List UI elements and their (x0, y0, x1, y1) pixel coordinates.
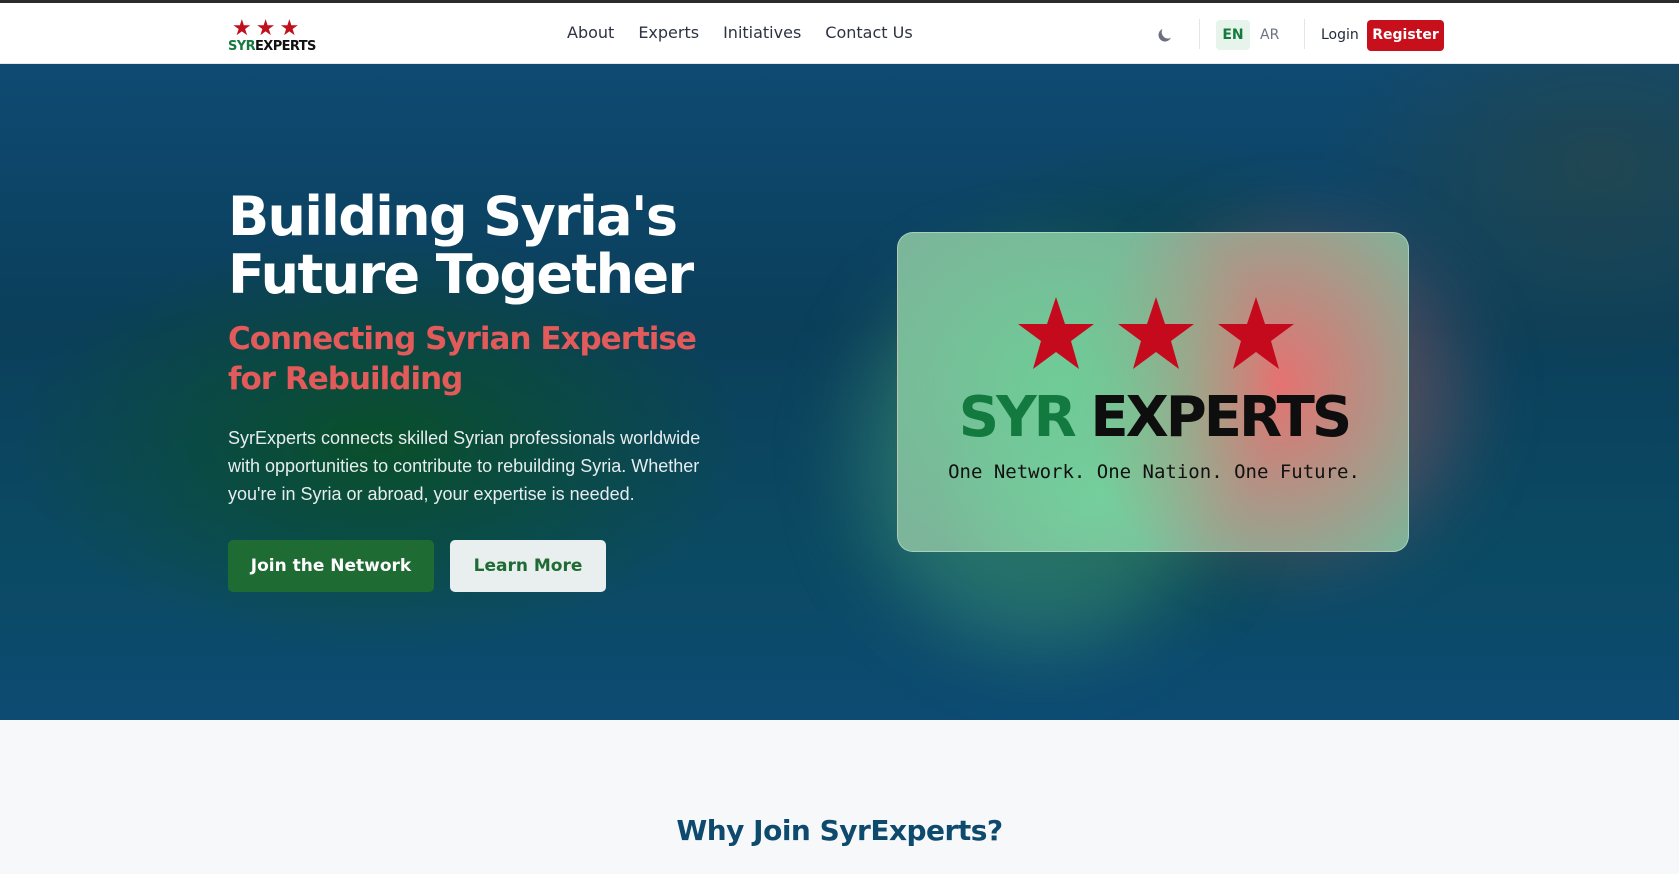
moon-icon[interactable] (1155, 25, 1175, 45)
lang-en-button[interactable]: EN (1216, 20, 1250, 50)
divider (1199, 19, 1200, 49)
nav-link-contact[interactable]: Contact Us (825, 23, 912, 42)
nav-link-initiatives[interactable]: Initiatives (723, 23, 801, 42)
hero-section: Building Syria's Future Together Connect… (0, 64, 1679, 720)
site-logo[interactable]: ★ ★ ★ SYREXPERTS (228, 17, 318, 57)
logo-stars-icon: ★ ★ ★ (232, 15, 300, 40)
navbar: ★ ★ ★ SYREXPERTS About Experts Initiatives… (0, 3, 1679, 64)
join-network-button[interactable]: Join the Network (228, 540, 434, 592)
lang-ar-button[interactable]: AR (1260, 20, 1284, 50)
hero-description: SyrExperts connects skilled Syrian profe… (228, 428, 701, 504)
main-menu: About Experts Initiatives Contact Us (567, 23, 937, 42)
learn-more-button[interactable]: Learn More (450, 540, 606, 592)
hero-subtitle: Connecting Syrian Expertise for Rebuildi… (228, 321, 697, 397)
stars-icon (1018, 297, 1294, 369)
logo-text: SYREXPERTS (228, 39, 316, 54)
nav-link-experts[interactable]: Experts (638, 23, 699, 42)
brand-card: SYR EXPERTS One Network. One Nation. One… (897, 232, 1409, 552)
register-button[interactable]: Register (1367, 20, 1444, 51)
card-brand-wordmark: SYR EXPERTS (958, 385, 1352, 450)
section-title: Why Join SyrExperts? (676, 814, 1003, 847)
hero-title: Building Syria's Future Together (228, 185, 694, 306)
divider (1304, 19, 1305, 49)
nav-link-about[interactable]: About (567, 23, 614, 42)
login-link[interactable]: Login (1321, 20, 1359, 50)
card-tagline: One Network. One Nation. One Future. (948, 461, 1360, 483)
